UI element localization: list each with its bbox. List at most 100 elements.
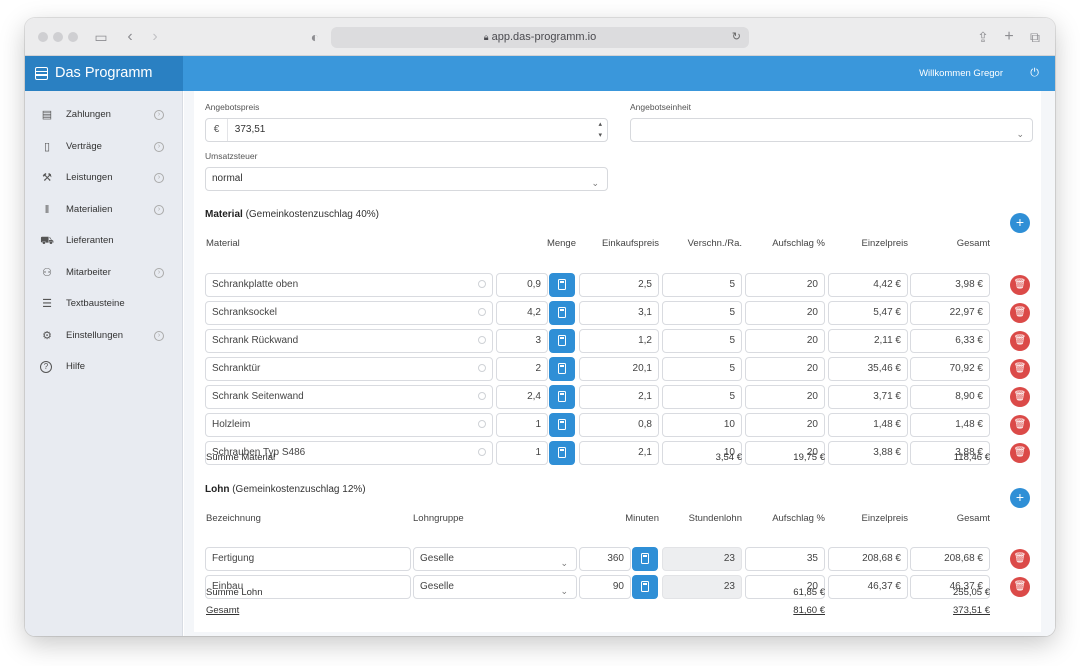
tabs-overview-icon[interactable]: ⧉ [1026,28,1044,46]
calculator-button[interactable] [549,413,575,437]
menge-input[interactable]: 4,2 [496,301,548,325]
sidebar-item-lieferanten[interactable]: ⛟ Lieferanten [25,227,183,255]
calculator-button[interactable] [549,301,575,325]
minuten-input[interactable]: 90 [579,575,631,599]
minimize-window-button[interactable] [53,32,63,42]
sidebar-item-hilfe[interactable]: ? Hilfe [25,353,183,381]
lohngruppe-select[interactable]: Geselle ⌄ [413,547,577,571]
maximize-window-button[interactable] [68,32,78,42]
add-material-button[interactable]: + [1010,213,1030,233]
aufschlag-input[interactable]: 20 [745,273,825,297]
material-section-title: Material (Gemeinkostenzuschlag 40%) [205,209,379,220]
delete-row-button[interactable]: 🗑︎ [1010,387,1030,407]
calculator-icon [558,363,566,374]
delete-row-button[interactable]: 🗑︎ [1010,303,1030,323]
share-icon[interactable]: ⇪ [974,28,992,46]
minuten-input[interactable]: 360 [579,547,631,571]
delete-row-button[interactable]: 🗑︎ [1010,549,1030,569]
back-icon[interactable]: ‹ [121,28,139,46]
aufschlag-input[interactable]: 20 [745,329,825,353]
sidebar-item-leistungen[interactable]: ⚒ Leistungen › [25,164,183,192]
menge-input[interactable]: 0,9 [496,273,548,297]
menge-input[interactable]: 2,4 [496,385,548,409]
close-window-button[interactable] [38,32,48,42]
einkaufspreis-input[interactable]: 0,8 [579,413,659,437]
sidebar-item-zahlungen[interactable]: ▤ Zahlungen › [25,101,183,129]
material-name-input[interactable]: Schranktür [205,357,493,381]
add-lohn-button[interactable]: + [1010,488,1030,508]
umsatzsteuer-select[interactable]: normal ⌄ [205,167,608,191]
calculator-button[interactable] [549,441,575,465]
gesamt-field: 70,92 € [910,357,990,381]
calculator-button[interactable] [549,273,575,297]
material-name-input[interactable]: Schrank Rückwand [205,329,493,353]
einkaufspreis-input[interactable]: 3,1 [579,301,659,325]
einkaufspreis-input[interactable]: 2,1 [579,441,659,465]
url-bar[interactable]: 🔒︎ app.das-programm.io ↻ [331,27,749,48]
delete-row-button[interactable]: 🗑︎ [1010,443,1030,463]
lohngruppe-select[interactable]: Geselle ⌄ [413,575,577,599]
delete-row-button[interactable]: 🗑︎ [1010,415,1030,435]
sidebar-item-textbausteine[interactable]: ☰ Textbausteine [25,290,183,318]
einkaufspreis-input[interactable]: 2,1 [579,385,659,409]
logout-power-icon[interactable]: ⏻ [1030,56,1039,91]
sidebar-item-einstellungen[interactable]: ⚙ Einstellungen › [25,322,183,350]
delete-row-button[interactable]: 🗑︎ [1010,359,1030,379]
sidebar-item-verträge[interactable]: ▯ Verträge › [25,133,183,161]
verschnitt-input[interactable]: 5 [662,385,742,409]
calculator-button[interactable] [632,547,658,571]
einkaufspreis-input[interactable]: 20,1 [579,357,659,381]
menge-input[interactable]: 1 [496,413,548,437]
verschnitt-input[interactable]: 5 [662,357,742,381]
material-col-header-3: Verschn./Ra. [687,238,742,249]
material-name-input[interactable]: Schrankplatte oben [205,273,493,297]
aufschlag-input[interactable]: 20 [745,357,825,381]
sidebar-toggle-icon[interactable]: ▭ [92,28,110,46]
verschnitt-input[interactable]: 5 [662,273,742,297]
einkaufspreis-input[interactable]: 2,5 [579,273,659,297]
verschnitt-input[interactable]: 5 [662,301,742,325]
calculator-button[interactable] [549,329,575,353]
shield-icon[interactable]: ◐ [306,28,324,46]
gesamt-field: 208,68 € [910,547,990,571]
reload-icon[interactable]: ↻ [732,27,741,48]
lohn-col-header-6: Gesamt [956,513,990,524]
material-name-value: Schrank Seitenwand [212,391,304,402]
delete-row-button[interactable]: 🗑︎ [1010,275,1030,295]
brand[interactable]: Das Programm [25,56,183,91]
delete-row-button[interactable]: 🗑︎ [1010,577,1030,597]
material-name-input[interactable]: Holzleim [205,413,493,437]
app-header: Das Programm Willkommen Gregor ⏻ [25,56,1055,91]
stepper-icon[interactable]: ▴ ▾ [598,119,602,141]
forward-icon[interactable]: › [146,28,164,46]
verschnitt-input[interactable]: 10 [662,413,742,437]
menge-input[interactable]: 3 [496,329,548,353]
material-name-input[interactable]: Schranksockel [205,301,493,325]
aufschlag-input[interactable]: 20 [745,413,825,437]
bezeichnung-input[interactable]: Fertigung [205,547,411,571]
angebotseinheit-select[interactable]: ⌄ [630,118,1033,142]
trash-icon: 🗑︎ [1013,279,1027,290]
menge-input[interactable]: 1 [496,441,548,465]
new-tab-icon[interactable]: + [1000,28,1018,46]
calculator-button[interactable] [549,385,575,409]
lohn-subtitle: (Gemeinkostenzuschlag 12%) [232,484,366,495]
material-name-input[interactable]: Schrank Seitenwand [205,385,493,409]
delete-row-button[interactable]: 🗑︎ [1010,331,1030,351]
chevron-right-icon: › [154,141,164,152]
calculator-button[interactable] [549,357,575,381]
aufschlag-input[interactable]: 20 [745,385,825,409]
sidebar-item-mitarbeiter[interactable]: ⚇ Mitarbeiter › [25,259,183,287]
einkaufspreis-input[interactable]: 1,2 [579,329,659,353]
angebotspreis-label: Angebotspreis [205,102,260,112]
calculator-button[interactable] [632,575,658,599]
aufschlag-input[interactable]: 20 [745,301,825,325]
verschnitt-input[interactable]: 5 [662,329,742,353]
angebotspreis-field[interactable]: € 373,51 ▴ ▾ [205,118,608,142]
sidebar-item-materialien[interactable]: ‖ Materialien › [25,196,183,224]
content-gutter-left [184,91,194,636]
document-icon: ▯ [43,140,51,153]
menge-input[interactable]: 2 [496,357,548,381]
question-icon: ? [40,361,52,373]
aufschlag-input[interactable]: 35 [745,547,825,571]
